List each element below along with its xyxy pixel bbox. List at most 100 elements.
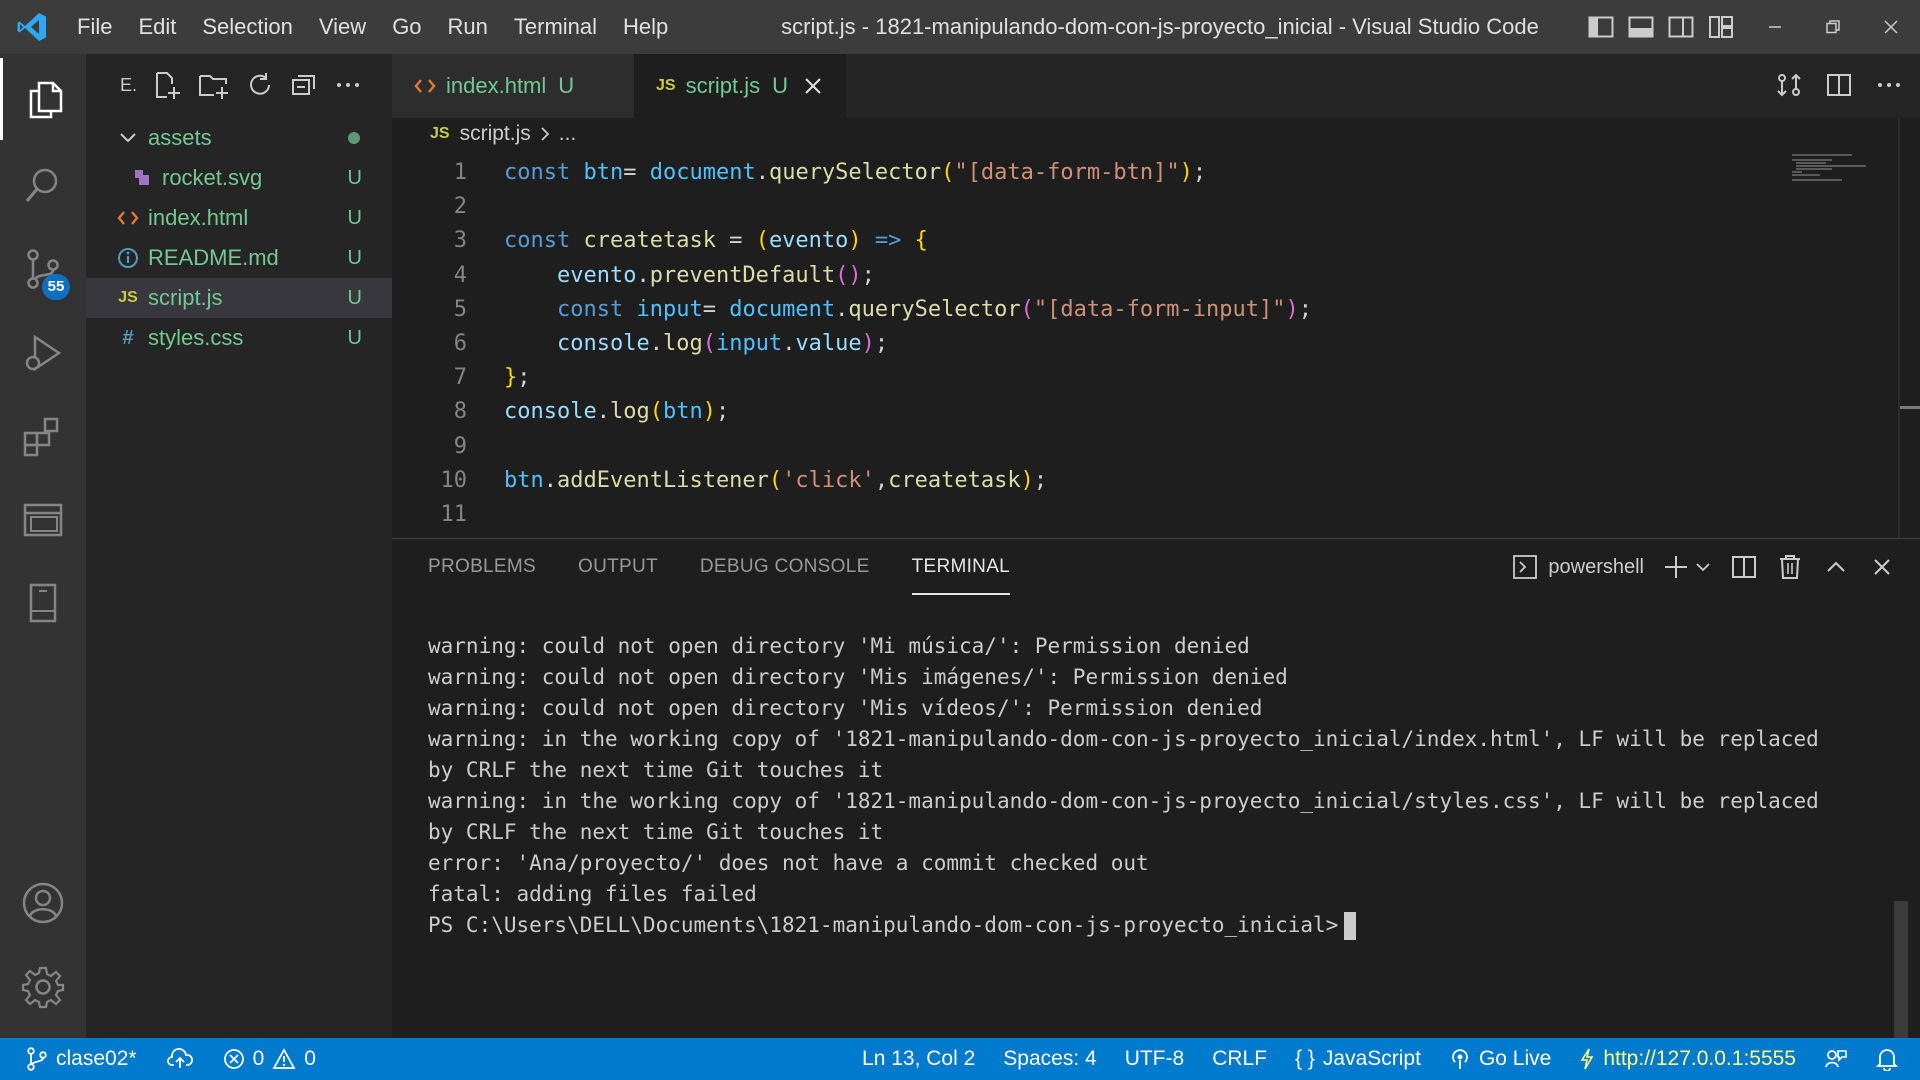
terminal-scrollbar[interactable] bbox=[1894, 901, 1908, 1039]
breadcrumb-symbol[interactable]: ... bbox=[559, 122, 577, 146]
settings-gear-icon[interactable] bbox=[0, 946, 86, 1028]
editor-scrollbar[interactable] bbox=[1898, 118, 1920, 538]
terminal-selector[interactable]: powershell bbox=[1512, 554, 1644, 580]
menu-file[interactable]: File bbox=[64, 0, 125, 54]
tree-file-script-js[interactable]: JS script.js U bbox=[86, 278, 392, 318]
code-line: 8 console.log(btn); bbox=[392, 395, 1792, 429]
language-mode[interactable]: { } JavaScript bbox=[1295, 1038, 1421, 1080]
collapse-folders-icon[interactable] bbox=[290, 71, 318, 99]
new-file-icon[interactable] bbox=[152, 70, 182, 100]
untracked-status: U bbox=[347, 326, 362, 349]
code-line-content: console.log(input.value); bbox=[556, 330, 889, 356]
new-terminal-icon[interactable] bbox=[1662, 551, 1690, 583]
cursor-position[interactable]: Ln 13, Col 2 bbox=[862, 1038, 975, 1080]
more-actions-icon[interactable] bbox=[334, 71, 362, 99]
tree-item-label: assets bbox=[148, 125, 212, 150]
encoding[interactable]: UTF-8 bbox=[1125, 1038, 1185, 1080]
terminal-output[interactable]: warning: could not open directory 'Mi mú… bbox=[428, 631, 1888, 941]
tab-terminal[interactable]: TERMINAL bbox=[911, 539, 1011, 595]
customize-layout-icon[interactable] bbox=[1705, 11, 1737, 43]
breadcrumb: JS script.js ... bbox=[392, 118, 1920, 150]
notifications-bell-icon[interactable] bbox=[1876, 1038, 1898, 1080]
js-file-icon: JS bbox=[656, 77, 676, 94]
run-debug-icon[interactable] bbox=[0, 312, 86, 394]
split-editor-icon[interactable] bbox=[1822, 68, 1856, 102]
untracked-status: U bbox=[347, 246, 362, 269]
tab-problems[interactable]: PROBLEMS bbox=[428, 539, 536, 595]
minimize-icon[interactable] bbox=[1746, 0, 1804, 54]
source-control-icon[interactable]: 55 bbox=[0, 228, 86, 310]
close-tab-icon[interactable] bbox=[804, 77, 822, 95]
new-folder-icon[interactable] bbox=[198, 70, 230, 100]
panel-tabs: PROBLEMS OUTPUT DEBUG CONSOLE TERMINAL bbox=[428, 539, 1011, 595]
menu-help[interactable]: Help bbox=[610, 0, 681, 54]
tree-item-label: README.md bbox=[148, 245, 279, 270]
code-editor[interactable]: 1 const btn= document.querySelector("[dat… bbox=[392, 156, 1792, 532]
toggle-primary-sidebar-icon[interactable] bbox=[1585, 11, 1617, 43]
braces-icon: { } bbox=[1295, 1047, 1315, 1070]
open-changes-icon[interactable] bbox=[1772, 68, 1806, 102]
tab-script-js[interactable]: JS script.js U bbox=[634, 54, 846, 118]
tab-output[interactable]: OUTPUT bbox=[578, 539, 658, 595]
line-number: 11 bbox=[440, 501, 468, 527]
terminal-line: by CRLF the next time Git touches it bbox=[428, 758, 884, 782]
code-line-content: console.log(btn); bbox=[504, 399, 730, 425]
problems-status[interactable]: 0 0 bbox=[223, 1038, 316, 1080]
menu-view[interactable]: View bbox=[306, 0, 379, 54]
tree-file-rocket-svg[interactable]: rocket.svg U bbox=[86, 158, 392, 198]
title-bar: File Edit Selection View Go Run Terminal… bbox=[0, 0, 1920, 54]
code-line-content: const createtask = (evento) => { bbox=[504, 228, 928, 254]
tree-file-readme-md[interactable]: README.md U bbox=[86, 238, 392, 278]
html-file-icon bbox=[116, 209, 140, 227]
window-title: script.js - 1821-manipulando-dom-con-js-… bbox=[781, 14, 1539, 39]
breadcrumb-file[interactable]: script.js bbox=[460, 122, 531, 146]
warning-icon bbox=[272, 1048, 296, 1070]
tree-file-styles-css[interactable]: # styles.css U bbox=[86, 318, 392, 358]
tab-label: script.js bbox=[685, 73, 761, 98]
sync-status[interactable] bbox=[166, 1038, 193, 1080]
branch-status[interactable]: clase02* bbox=[26, 1038, 137, 1080]
code-line: 4 evento.preventDefault(); bbox=[392, 259, 1792, 293]
tablet-icon[interactable] bbox=[0, 562, 86, 644]
menu-go[interactable]: Go bbox=[379, 0, 434, 54]
close-panel-icon[interactable] bbox=[1868, 551, 1896, 583]
tab-debug-console[interactable]: DEBUG CONSOLE bbox=[700, 539, 870, 595]
tree-file-index-html[interactable]: index.html U bbox=[86, 198, 392, 238]
accounts-icon[interactable] bbox=[0, 862, 86, 944]
extensions-icon[interactable] bbox=[0, 394, 86, 476]
toggle-panel-icon[interactable] bbox=[1625, 11, 1657, 43]
search-icon[interactable] bbox=[0, 144, 86, 226]
explorer-icon[interactable] bbox=[0, 58, 86, 140]
menu-edit[interactable]: Edit bbox=[125, 0, 189, 54]
minimap[interactable] bbox=[1792, 154, 1892, 184]
indentation[interactable]: Spaces: 4 bbox=[1003, 1038, 1096, 1080]
chevron-down-icon[interactable] bbox=[1694, 551, 1712, 583]
go-live-button[interactable]: Go Live bbox=[1449, 1038, 1551, 1080]
error-count: 0 bbox=[252, 1047, 265, 1070]
menu-selection[interactable]: Selection bbox=[189, 0, 306, 54]
menu-run[interactable]: Run bbox=[435, 0, 501, 54]
close-window-icon[interactable] bbox=[1862, 0, 1920, 54]
tab-status: U bbox=[772, 73, 789, 98]
refresh-explorer-icon[interactable] bbox=[246, 71, 274, 99]
code-line: 9 bbox=[392, 430, 1792, 464]
css-file-icon: # bbox=[122, 326, 134, 349]
tab-index-html[interactable]: index.html U bbox=[392, 54, 634, 118]
toggle-secondary-sidebar-icon[interactable] bbox=[1665, 11, 1697, 43]
tab-status: U bbox=[558, 73, 575, 98]
tree-folder-assets[interactable]: assets bbox=[86, 118, 392, 158]
feedback-icon[interactable] bbox=[1824, 1038, 1848, 1080]
trash-icon[interactable] bbox=[1776, 551, 1804, 583]
live-server-link[interactable]: http://127.0.0.1:5555 bbox=[1579, 1038, 1796, 1080]
menu-terminal[interactable]: Terminal bbox=[501, 0, 610, 54]
more-actions-icon[interactable] bbox=[1872, 68, 1906, 102]
layout-controls bbox=[1585, 11, 1737, 43]
menu-bar: File Edit Selection View Go Run Terminal… bbox=[64, 0, 681, 54]
panel-actions: powershell bbox=[1512, 549, 1896, 585]
maximize-panel-icon[interactable] bbox=[1822, 551, 1850, 583]
remote-explorer-icon[interactable] bbox=[0, 478, 86, 560]
split-terminal-icon[interactable] bbox=[1730, 551, 1758, 583]
restore-icon[interactable] bbox=[1804, 0, 1862, 54]
end-of-line[interactable]: CRLF bbox=[1212, 1038, 1267, 1080]
untracked-status: U bbox=[347, 206, 362, 229]
